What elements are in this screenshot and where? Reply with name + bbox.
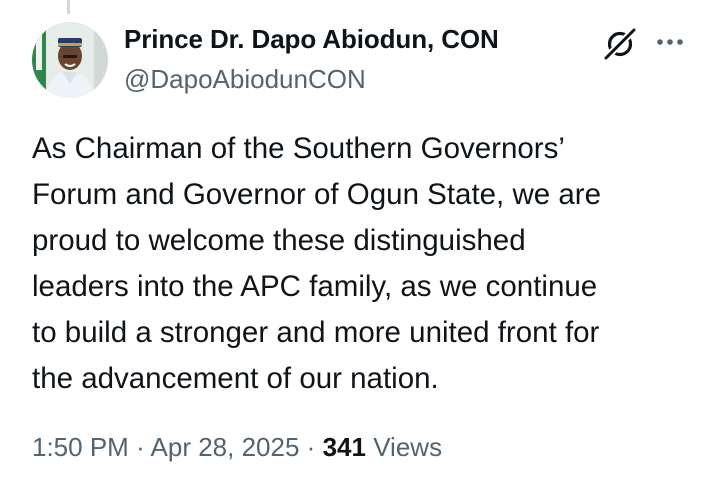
tweet-date[interactable]: Apr 28, 2025 [151,432,300,462]
tweet-text-line: Forum and Governor of Ogun State, we are [32,178,601,211]
thread-connector-line [67,0,70,14]
views-label: Views [373,432,443,462]
tweet-text: As Chairman of the Southern Governors’ F… [32,126,702,402]
avatar-image [32,22,108,98]
meta-separator: · [306,432,316,462]
author-display-name[interactable]: Prince Dr. Dapo Abiodun, CON [124,24,499,55]
tweet-meta: 1:50 PM · Apr 28, 2025 · 341 Views [32,432,442,463]
avatar[interactable] [32,22,108,98]
views-count[interactable]: 341 [323,432,366,462]
meta-separator: · [136,432,145,462]
tweet-time[interactable]: 1:50 PM [32,432,129,462]
grok-icon[interactable] [600,26,640,62]
tweet-text-line: to build a stronger and more united fron… [32,316,600,349]
more-options-icon[interactable] [652,28,688,56]
tweet-text-line: As Chairman of the Southern Governors’ [32,132,565,165]
author-handle[interactable]: @DapoAbiodunCON [124,64,366,95]
tweet-text-line: the advancement of our nation. [32,362,439,395]
tweet-text-line: leaders into the APC family, as we conti… [32,270,598,303]
tweet-text-line: proud to welcome these distinguished [32,224,526,257]
